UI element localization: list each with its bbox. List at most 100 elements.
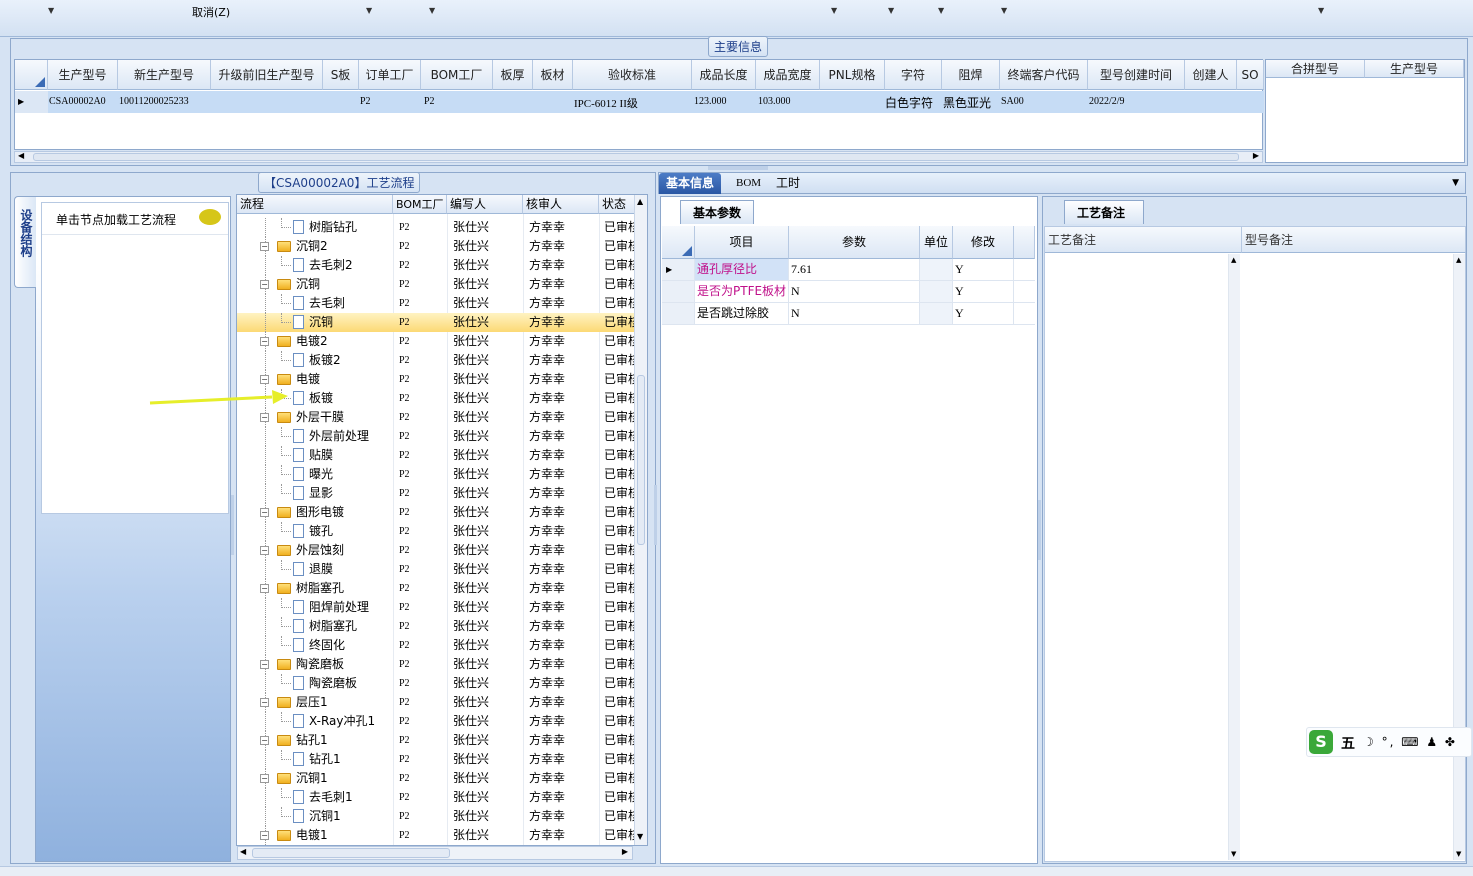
tree-row[interactable]: 沉铜1 P2 张仕兴 方幸幸 已审核 [237, 807, 637, 826]
tab-process-notes[interactable]: 工艺备注 [1064, 200, 1144, 224]
scroll-down-icon[interactable]: ▼ [1456, 850, 1461, 858]
collapse-toggle-icon[interactable]: − [260, 337, 269, 346]
scroll-thumb[interactable] [252, 848, 450, 858]
param-row[interactable]: 是否为PTFE板材 N Y [662, 281, 1035, 303]
row-selector[interactable] [662, 281, 695, 302]
cell-modify[interactable]: Y [953, 259, 1014, 280]
tree-row[interactable]: 镀孔 P2 张仕兴 方幸幸 已审核 [237, 522, 637, 541]
tree-row[interactable]: − 沉铜 P2 张仕兴 方幸幸 已审核 [237, 275, 637, 294]
tree-row[interactable]: − 电镀2 P2 张仕兴 方幸幸 已审核 [237, 332, 637, 351]
col-header[interactable]: 编写人 [447, 195, 523, 214]
dropdown-arrow-icon[interactable]: ▼ [831, 6, 837, 15]
notes-vscrollbar[interactable]: ▲ ▼ [1453, 254, 1465, 860]
cell-unit[interactable] [920, 303, 953, 324]
cell-modify[interactable]: Y [953, 303, 1014, 324]
collapse-toggle-icon[interactable]: − [260, 774, 269, 783]
collapse-toggle-icon[interactable]: − [260, 242, 269, 251]
col-header[interactable]: 升级前旧生产型号 [211, 60, 323, 90]
tree-row[interactable]: 终固化 P2 张仕兴 方幸幸 已审核 [237, 636, 637, 655]
tab-equipment-structure[interactable]: 设备结构 [14, 196, 36, 288]
dropdown-arrow-icon[interactable]: ▼ [429, 6, 435, 15]
col-header[interactable]: BOM工厂 [393, 195, 447, 214]
tree-row[interactable]: 去毛刺2 P2 张仕兴 方幸幸 已审核 [237, 256, 637, 275]
tree-row[interactable]: 阻焊前处理 P2 张仕兴 方幸幸 已审核 [237, 598, 637, 617]
tree-row[interactable]: − 电镀1 P2 张仕兴 方幸幸 已审核 [237, 826, 637, 845]
col-header[interactable]: 板厚 [493, 60, 533, 90]
col-header[interactable]: PNL规格 [820, 60, 885, 90]
cell-value[interactable]: N [789, 281, 920, 302]
collapse-toggle-icon[interactable]: − [260, 413, 269, 422]
param-row[interactable]: ▶ 通孔厚径比 7.61 Y [662, 259, 1035, 281]
tree-row[interactable]: − 层压1 P2 张仕兴 方幸幸 已审核 [237, 693, 637, 712]
ime-logo-icon[interactable]: S [1309, 730, 1333, 754]
col-header[interactable]: 状态 [599, 195, 637, 214]
col-header[interactable]: 成品宽度 [756, 60, 820, 90]
tree-row[interactable]: 贴膜 P2 张仕兴 方幸幸 已审核 [237, 446, 637, 465]
ime-mode[interactable]: 五 [1341, 733, 1355, 753]
col-header[interactable]: S板 [323, 60, 359, 90]
collapse-toggle-icon[interactable]: − [260, 736, 269, 745]
col-header[interactable]: 修改 [953, 226, 1014, 259]
splitter-handle[interactable] [1038, 500, 1041, 560]
col-header[interactable]: 型号备注 [1242, 227, 1466, 253]
scroll-up-icon[interactable]: ▲ [1231, 256, 1236, 264]
dropdown-arrow-icon[interactable]: ▼ [1318, 6, 1324, 15]
scroll-left-icon[interactable]: ◀ [240, 847, 246, 856]
tree-row[interactable]: 外层前处理 P2 张仕兴 方幸幸 已审核 [237, 427, 637, 446]
row-selector-header[interactable] [15, 60, 48, 90]
tree-row[interactable]: − 外层蚀刻 P2 张仕兴 方幸幸 已审核 [237, 541, 637, 560]
row-selector-header[interactable] [662, 226, 695, 259]
col-header[interactable]: 项目 [695, 226, 789, 259]
col-header[interactable]: 生产型号 [48, 60, 118, 90]
collapse-toggle-icon[interactable]: − [260, 831, 269, 840]
col-header[interactable]: 合拼型号 [1266, 60, 1365, 78]
tree-row[interactable]: 显影 P2 张仕兴 方幸幸 已审核 [237, 484, 637, 503]
tree-row[interactable]: 板镀2 P2 张仕兴 方幸幸 已审核 [237, 351, 637, 370]
collapse-toggle-icon[interactable]: − [260, 280, 269, 289]
scroll-thumb[interactable] [637, 375, 645, 545]
tree-row[interactable]: − 沉铜2 P2 张仕兴 方幸幸 已审核 [237, 237, 637, 256]
tree-row[interactable]: 树脂塞孔 P2 张仕兴 方幸幸 已审核 [237, 617, 637, 636]
ime-toolbar[interactable]: S 五 ☽ °, ⌨ ♟ ✤ [1306, 727, 1472, 757]
col-header[interactable]: 工艺备注 [1045, 227, 1242, 253]
col-header[interactable]: 参数 [789, 226, 920, 259]
tree-row[interactable]: − 沉铜1 P2 张仕兴 方幸幸 已审核 [237, 769, 637, 788]
col-header[interactable]: BOM工厂 [421, 60, 493, 90]
col-header[interactable]: 终端客户代码 [1000, 60, 1088, 90]
dropdown-arrow-icon[interactable]: ▼ [1001, 6, 1007, 15]
scroll-thumb[interactable] [33, 153, 1239, 161]
tree-row[interactable]: 曝光 P2 张仕兴 方幸幸 已审核 [237, 465, 637, 484]
param-row[interactable]: 是否跳过除胶 N Y [662, 303, 1035, 325]
tree-row[interactable]: 去毛刺1 P2 张仕兴 方幸幸 已审核 [237, 788, 637, 807]
splitter-handle[interactable] [654, 485, 657, 545]
tab-bom[interactable]: BOM [729, 173, 768, 194]
col-header[interactable]: 型号创建时间 [1088, 60, 1185, 90]
dropdown-arrow-icon[interactable]: ▼ [48, 6, 54, 15]
tree-row[interactable]: X-Ray冲孔1 P2 张仕兴 方幸幸 已审核 [237, 712, 637, 731]
tab-work-hours[interactable]: 工时 [769, 173, 807, 194]
collapse-toggle-icon[interactable]: − [260, 584, 269, 593]
table-row[interactable]: ▶ CSA00002A0 10011200025233 P2 P2 IPC-60… [15, 91, 1264, 113]
tree-row[interactable]: 去毛刺 P2 张仕兴 方幸幸 已审核 [237, 294, 637, 313]
scroll-right-icon[interactable]: ▶ [1253, 151, 1259, 160]
scroll-left-icon[interactable]: ◀ [18, 151, 24, 160]
cell-unit[interactable] [920, 281, 953, 302]
scroll-down-icon[interactable]: ▼ [637, 832, 643, 841]
scroll-up-icon[interactable]: ▲ [1456, 256, 1461, 264]
col-header[interactable]: 板材 [533, 60, 573, 90]
notes-vscrollbar[interactable]: ▲ ▼ [1228, 254, 1240, 860]
cancel-button[interactable]: 取消(Z) [192, 4, 230, 20]
col-header[interactable]: 流程 [237, 195, 393, 214]
collapse-toggle-icon[interactable]: − [260, 546, 269, 555]
splitter-handle[interactable] [231, 495, 234, 555]
cell-modify[interactable]: Y [953, 281, 1014, 302]
ime-tool-icons[interactable]: ☽ °, ⌨ ♟ ✤ [1363, 735, 1457, 749]
row-selector[interactable] [662, 303, 695, 324]
tree-row[interactable]: − 电镀 P2 张仕兴 方幸幸 已审核 [237, 370, 637, 389]
tree-row[interactable]: − 陶瓷磨板 P2 张仕兴 方幸幸 已审核 [237, 655, 637, 674]
col-header[interactable]: 成品长度 [692, 60, 756, 90]
row-indicator-icon[interactable]: ▶ [662, 259, 695, 280]
col-header[interactable]: 创建人 [1185, 60, 1237, 90]
cell-unit[interactable] [920, 259, 953, 280]
scroll-down-icon[interactable]: ▼ [1231, 850, 1236, 858]
